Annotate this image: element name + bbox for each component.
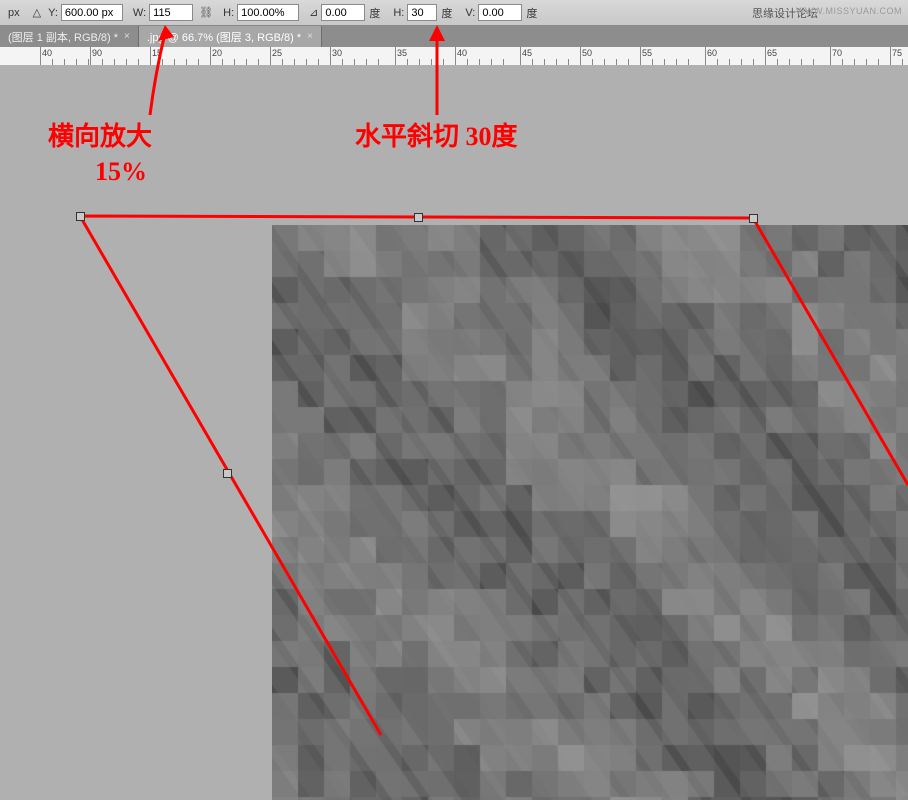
width-scale-group: W: — [129, 4, 193, 21]
skew-v-label: V: — [465, 7, 475, 19]
deg-label-1: 度 — [369, 5, 380, 21]
close-icon[interactable]: × — [124, 31, 130, 42]
tab-label: (图层 1 副本, RGB/8) * — [8, 29, 118, 45]
annotation-text-right: 水平斜切 30度 — [355, 120, 518, 154]
w-label: W: — [133, 7, 146, 19]
skew-v-input[interactable] — [478, 4, 522, 21]
link-aspect-icon[interactable]: ⛓ — [199, 5, 213, 21]
angle-icon: ⊿ — [309, 6, 318, 19]
delta-icon: △ — [33, 6, 41, 19]
tab-label: .jpg @ 66.7% (图层 3, RGB/8) * — [147, 29, 301, 45]
document-tab-1[interactable]: (图层 1 副本, RGB/8) * × — [0, 26, 139, 47]
px-unit-label: px — [8, 7, 20, 19]
height-scale-input[interactable] — [237, 4, 299, 21]
transform-handle-tl[interactable] — [76, 212, 85, 221]
horizontal-ruler: 409015202530354045505560657075 — [0, 47, 908, 66]
transform-handle-ml[interactable] — [223, 469, 232, 478]
watermark-label: WWW.MISSYUAN.COM — [796, 6, 902, 16]
y-position-input[interactable] — [61, 4, 123, 21]
document-image — [272, 225, 908, 800]
annotation-text-left-1: 横向放大 — [48, 120, 152, 154]
transform-handle-tm[interactable] — [414, 213, 423, 222]
deg-label-3: 度 — [526, 5, 537, 21]
width-scale-input[interactable] — [149, 4, 193, 21]
y-label: Y: — [48, 7, 58, 19]
document-tab-bar: (图层 1 副本, RGB/8) * × .jpg @ 66.7% (图层 3,… — [0, 26, 908, 48]
skew-v-group: V: 度 — [461, 4, 540, 21]
skew-h-label: H: — [393, 7, 404, 19]
px-unit-group: px — [4, 7, 23, 19]
height-scale-group: H: — [219, 4, 299, 21]
transform-options-bar: px △ Y: W: ⛓ H: ⊿ 度 H: 度 V: 度 思缘设计论坛 WWW… — [0, 0, 908, 26]
document-tab-2[interactable]: .jpg @ 66.7% (图层 3, RGB/8) * × — [139, 26, 322, 47]
deg-label-2: 度 — [441, 5, 452, 21]
rotation-group: ⊿ 度 — [305, 4, 383, 21]
skew-h-input[interactable] — [407, 4, 437, 21]
h-label: H: — [223, 7, 234, 19]
y-position-group: △ Y: — [29, 4, 123, 21]
close-icon[interactable]: × — [307, 31, 313, 42]
transform-handle-tr[interactable] — [749, 214, 758, 223]
canvas-area[interactable]: 横向放大 15% 水平斜切 30度 — [0, 65, 908, 735]
rotation-input[interactable] — [321, 4, 365, 21]
annotation-text-left-2: 15% — [95, 155, 147, 189]
skew-h-group: H: 度 — [389, 4, 455, 21]
